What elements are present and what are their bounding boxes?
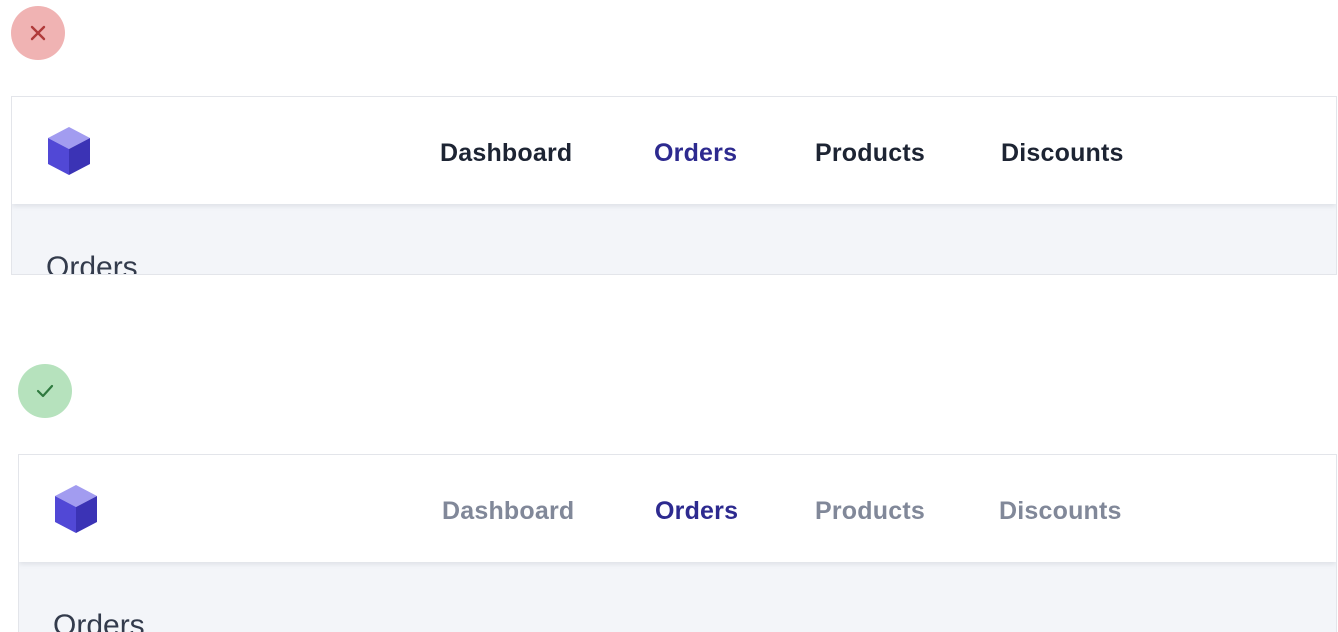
nav-link-discounts[interactable]: Discounts	[1001, 97, 1124, 204]
incorrect-badge	[11, 6, 65, 60]
nav-link-discounts[interactable]: Discounts	[999, 455, 1122, 562]
cube-logo-icon[interactable]	[46, 125, 92, 182]
nav-link-dashboard[interactable]: Dashboard	[442, 455, 574, 562]
nav-link-orders[interactable]: Orders	[655, 455, 738, 562]
correct-example-frame: Dashboard Orders Products Discounts Orde…	[18, 454, 1337, 632]
incorrect-example-frame: Dashboard Orders Products Discounts Orde…	[11, 96, 1337, 275]
check-icon	[35, 383, 55, 399]
comparison-page: Dashboard Orders Products Discounts Orde…	[0, 0, 1338, 632]
nav-link-orders[interactable]: Orders	[654, 97, 737, 204]
page-title: Orders	[53, 609, 145, 632]
nav-link-dashboard[interactable]: Dashboard	[440, 97, 572, 204]
cube-logo-icon[interactable]	[53, 483, 99, 540]
page-title: Orders	[46, 251, 138, 275]
x-icon	[29, 24, 47, 42]
top-navbar: Dashboard Orders Products Discounts	[12, 97, 1336, 204]
correct-badge	[18, 364, 72, 418]
nav-link-products[interactable]: Products	[815, 97, 925, 204]
top-navbar: Dashboard Orders Products Discounts	[19, 455, 1336, 562]
nav-link-products[interactable]: Products	[815, 455, 925, 562]
